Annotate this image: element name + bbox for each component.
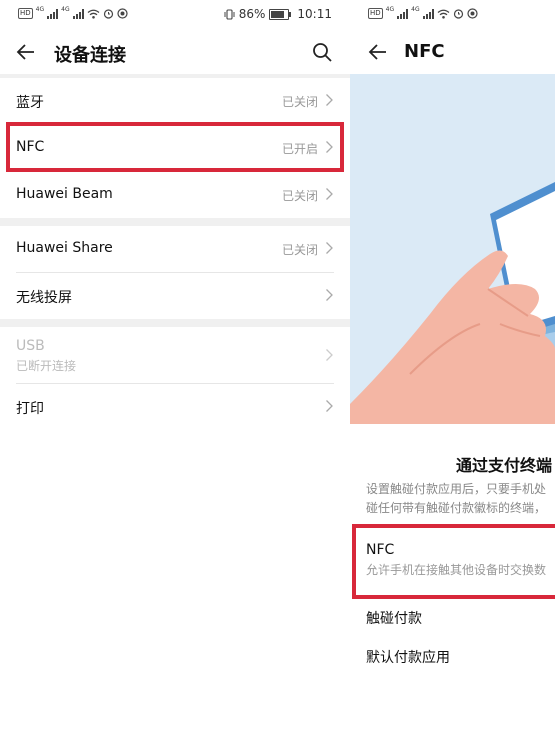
status-bar: HD 4G 4G [350, 0, 555, 30]
battery-icon [269, 8, 292, 20]
location-icon [116, 8, 128, 19]
row-label: USB [16, 338, 45, 354]
row-label: 蓝牙 [16, 95, 44, 111]
network-type: 4G [35, 6, 45, 13]
bluetooth-row[interactable]: 蓝牙 已关闭 [16, 78, 334, 125]
section-separator [0, 218, 350, 226]
battery-percent: 86% [238, 7, 266, 21]
section-separator [0, 319, 350, 327]
nfc-row[interactable]: NFC 已开启 [16, 125, 334, 172]
row-value: 已关闭 [281, 243, 318, 257]
top-app-bar: NFC [350, 30, 555, 74]
nfc-toggle-row[interactable]: NFC 允许手机在接触其他设备时交换数 [366, 542, 546, 578]
nfc-payment-illustration [350, 74, 555, 424]
print-row[interactable]: 打印 [16, 384, 334, 430]
page-title: NFC [404, 41, 445, 62]
network-type: 4G [385, 6, 395, 13]
signal-icon-2 [422, 8, 434, 19]
usb-row[interactable]: USB 已断开连接 [16, 327, 334, 384]
row-value: 已关闭 [281, 95, 318, 109]
hd-icon: HD [18, 8, 33, 19]
signal-icon [397, 8, 409, 19]
description-line: 碰任何带有触碰付款徽标的终端， [366, 501, 547, 515]
search-icon[interactable] [310, 40, 334, 64]
network-type-2: 4G [411, 6, 420, 13]
alarm-icon [453, 9, 463, 19]
row-label: NFC [16, 139, 45, 155]
row-label: 无线投屏 [16, 290, 72, 306]
chevron-right-icon [326, 349, 333, 361]
network-type-2: 4G [61, 6, 70, 13]
top-app-bar: 设备连接 [0, 30, 350, 74]
chevron-right-icon [326, 141, 333, 153]
chevron-right-icon [326, 289, 333, 301]
status-bar: HD 4G 4G 86% 10:11 [0, 0, 350, 30]
status-time: 10:11 [297, 7, 332, 21]
hand-phone-terminal-image [350, 74, 555, 424]
settings-device-connection-screen: HD 4G 4G 86% 10:11 设备连接 蓝牙 已关闭 NFC 已开启 H… [0, 0, 350, 740]
wireless-projection-row[interactable]: 无线投屏 [16, 273, 334, 319]
settings-group-2: Huawei Share 已关闭 无线投屏 [0, 226, 350, 319]
signal-icon [47, 8, 59, 19]
row-label: Huawei Share [16, 240, 113, 256]
chevron-right-icon [326, 188, 333, 200]
back-arrow-icon[interactable] [14, 40, 38, 64]
page-title: 设备连接 [54, 45, 126, 66]
hd-icon: HD [368, 8, 383, 19]
row-sublabel: 已断开连接 [16, 359, 77, 373]
section-title: 通过支付终端 [456, 456, 553, 475]
chevron-right-icon [326, 400, 333, 412]
wifi-icon [87, 9, 100, 19]
huawei-share-row[interactable]: Huawei Share 已关闭 [16, 226, 334, 273]
row-value: 已开启 [281, 142, 318, 156]
tap-to-pay-label: 触碰付款 [366, 611, 422, 627]
huawei-beam-row[interactable]: Huawei Beam 已关闭 [16, 172, 334, 218]
tap-to-pay-row[interactable]: 触碰付款 [366, 608, 422, 628]
row-label: 打印 [16, 401, 44, 417]
chevron-right-icon [326, 94, 333, 106]
nfc-sublabel: 允许手机在接触其他设备时交换数 [366, 563, 547, 577]
alarm-icon [103, 9, 113, 19]
description-line: 设置触碰付款应用后，只要手机处 [366, 482, 547, 496]
nfc-label: NFC [366, 542, 395, 558]
section-description: 设置触碰付款应用后，只要手机处 碰任何带有触碰付款徽标的终端， [366, 480, 546, 518]
default-payment-app-label: 默认付款应用 [366, 650, 450, 666]
signal-icon-2 [72, 8, 84, 19]
chevron-right-icon [326, 242, 333, 254]
row-label: Huawei Beam [16, 186, 113, 202]
location-icon [466, 8, 478, 19]
back-arrow-icon[interactable] [366, 40, 390, 64]
default-payment-app-row[interactable]: 默认付款应用 [366, 647, 450, 667]
vibrate-icon [224, 8, 235, 20]
settings-group-3: USB 已断开连接 打印 [0, 327, 350, 430]
nfc-settings-screen: HD 4G 4G NFC 通过支付终端 设置触碰付款应用后，只要手机处 碰任何带… [350, 0, 555, 740]
settings-group-1: 蓝牙 已关闭 NFC 已开启 Huawei Beam 已关闭 [0, 78, 350, 218]
wifi-icon [437, 9, 450, 19]
row-value: 已关闭 [281, 189, 318, 203]
